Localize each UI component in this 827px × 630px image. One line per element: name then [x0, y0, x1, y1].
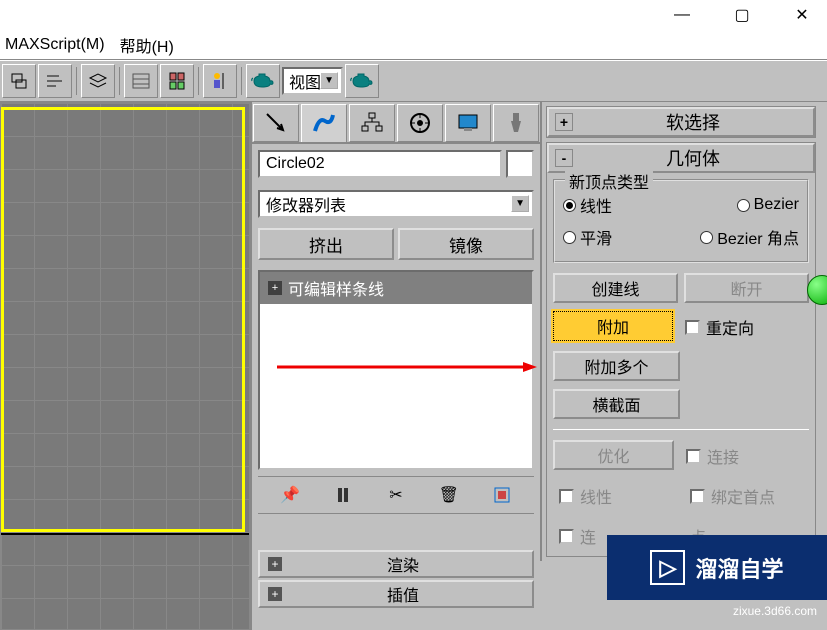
new-vertex-type-group: 新顶点类型 线性 Bezier 平滑 Bezier 角点: [553, 179, 809, 263]
maximize-button[interactable]: ▢: [727, 0, 757, 30]
rollup-render[interactable]: + 渲染: [258, 550, 534, 578]
optimize-button[interactable]: 优化: [553, 440, 674, 470]
tool-curve-icon[interactable]: [160, 64, 194, 98]
cmd-tab-create[interactable]: [253, 104, 299, 142]
stack-item-label: 可编辑样条线: [288, 276, 384, 300]
separator: [553, 429, 809, 430]
tool-align-icon[interactable]: [38, 64, 72, 98]
stack-item-editable-spline[interactable]: + 可编辑样条线: [260, 272, 532, 304]
cross-section-button[interactable]: 横截面: [553, 389, 680, 419]
view-select[interactable]: 视图: [282, 67, 343, 95]
break-button[interactable]: 断开: [684, 273, 809, 303]
rollup-soft-selection[interactable]: + 软选择: [547, 107, 815, 137]
geometry-panel: + 软选择 - 几何体 新顶点类型 线性 Bezier 平滑 Bezier 角点…: [540, 102, 820, 561]
minus-icon: -: [555, 149, 573, 167]
plus-icon[interactable]: +: [268, 281, 282, 295]
modifier-stack[interactable]: + 可编辑样条线: [258, 270, 534, 470]
radio-bezier-corner[interactable]: Bezier 角点: [700, 225, 799, 249]
cmd-tab-hierarchy[interactable]: [349, 104, 395, 142]
connect2-checkbox[interactable]: [559, 529, 574, 544]
menu-help[interactable]: 帮助(H): [120, 33, 174, 57]
rollup-interpolation[interactable]: + 插值: [258, 580, 534, 608]
cmd-tab-utilities[interactable]: [493, 104, 539, 142]
radio-bezier[interactable]: Bezier: [737, 193, 799, 217]
separator-icon: [76, 67, 77, 95]
cmd-tab-display[interactable]: [445, 104, 491, 142]
plus-icon: +: [268, 587, 282, 601]
reorient-checkbox[interactable]: [685, 320, 700, 335]
make-unique-icon[interactable]: ✂: [382, 481, 410, 509]
connect-checkbox[interactable]: [686, 449, 701, 464]
separator-icon: [119, 67, 120, 95]
minimize-button[interactable]: —: [667, 0, 697, 30]
linear-checkbox[interactable]: [559, 489, 574, 504]
extrude-button[interactable]: 挤出: [258, 228, 394, 260]
plus-icon: +: [268, 557, 282, 571]
separator-icon: [198, 67, 199, 95]
teapot-render-icon[interactable]: [345, 64, 379, 98]
attach-multiple-button[interactable]: 附加多个: [553, 351, 680, 381]
tool-schematic-icon[interactable]: [2, 64, 36, 98]
remove-icon[interactable]: 🗑: [435, 481, 463, 509]
attach-button[interactable]: 附加: [553, 311, 673, 341]
tool-track-icon[interactable]: [124, 64, 158, 98]
menu-maxscript[interactable]: MAXScript(M): [5, 36, 105, 54]
cmd-tab-modify[interactable]: [301, 104, 347, 142]
radio-linear[interactable]: 线性: [563, 193, 612, 217]
object-name-input[interactable]: [258, 150, 502, 178]
viewport-active-border: [1, 107, 245, 532]
tool-mirror-icon[interactable]: [203, 64, 237, 98]
separator-icon: [241, 67, 242, 95]
bind-first-checkbox[interactable]: [690, 489, 705, 504]
viewport[interactable]: [0, 102, 250, 630]
configure-icon[interactable]: [488, 481, 516, 509]
teapot-icon[interactable]: [246, 64, 280, 98]
modifier-list-dropdown[interactable]: 修改器列表: [258, 190, 534, 218]
plus-icon: +: [555, 113, 573, 131]
annotation-arrow-icon: [277, 362, 537, 372]
mirror-button[interactable]: 镜像: [398, 228, 534, 260]
show-end-result-icon[interactable]: [329, 481, 357, 509]
watermark-url: zixue.3d66.com: [733, 604, 817, 618]
watermark: ▷ 溜溜自学: [607, 535, 827, 600]
radio-smooth[interactable]: 平滑: [563, 225, 612, 249]
pin-icon[interactable]: 📌: [276, 481, 304, 509]
modify-panel: 修改器列表 挤出 镜像 + 可编辑样条线 📌 ✂ 🗑: [250, 102, 540, 630]
close-button[interactable]: ✕: [787, 0, 817, 30]
play-icon: ▷: [650, 550, 685, 585]
create-line-button[interactable]: 创建线: [553, 273, 678, 303]
cmd-tab-motion[interactable]: [397, 104, 443, 142]
tool-layers-icon[interactable]: [81, 64, 115, 98]
axis-line: [1, 533, 249, 535]
main-toolbar: 视图: [0, 60, 827, 102]
object-color-swatch[interactable]: [506, 150, 534, 178]
